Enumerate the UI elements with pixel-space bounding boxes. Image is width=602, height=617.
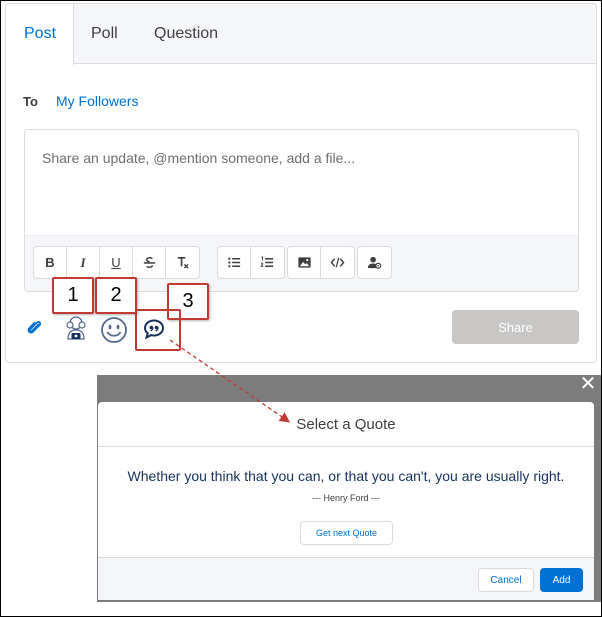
italic-icon: I	[80, 254, 86, 270]
quote-icon-highlight	[135, 309, 181, 351]
callout-1: 1	[52, 277, 94, 314]
underline-button[interactable]: U	[100, 247, 133, 278]
underline-icon: U	[111, 255, 121, 270]
bulleted-list-button[interactable]	[218, 247, 251, 278]
get-next-quote-button[interactable]: Get next Quote	[300, 521, 393, 545]
share-button[interactable]: Share	[452, 310, 579, 344]
clear-format-button[interactable]	[166, 247, 199, 278]
close-icon[interactable]: ✕	[578, 374, 598, 394]
tab-post[interactable]: Post	[6, 4, 74, 65]
clear-format-icon	[177, 256, 189, 269]
person-icon	[66, 316, 86, 340]
strikethrough-button[interactable]	[133, 247, 166, 278]
mention-user-button[interactable]	[358, 247, 391, 278]
custom-action-1-button[interactable]	[62, 315, 90, 343]
modal-title: Select a Quote	[296, 416, 396, 433]
add-button[interactable]: Add	[540, 568, 583, 592]
callout-2: 2	[95, 277, 137, 314]
list-group	[217, 246, 285, 279]
attach-icon	[27, 320, 42, 334]
modal-footer: Cancel Add	[98, 557, 594, 600]
to-label: To	[23, 94, 38, 109]
tab-question[interactable]: Question	[136, 4, 236, 65]
custom-action-2-button[interactable]	[100, 316, 128, 344]
insert-group	[287, 246, 355, 279]
quote-author: --- Henry Ford ---	[312, 493, 380, 503]
cancel-button[interactable]: Cancel	[478, 568, 534, 592]
insert-code-button[interactable]	[321, 247, 354, 278]
mention-group	[357, 246, 392, 279]
image-icon	[297, 257, 311, 268]
mention-user-icon	[367, 256, 382, 269]
quote-text: Whether you think that you can, or that …	[127, 468, 565, 484]
tab-poll[interactable]: Poll	[73, 4, 136, 65]
bold-button[interactable]: B	[34, 247, 67, 278]
numbered-list-button[interactable]	[251, 247, 284, 278]
attach-file-button[interactable]	[24, 317, 46, 339]
bulleted-list-icon	[227, 257, 240, 268]
code-icon	[330, 257, 345, 268]
post-editor[interactable]: Share an update, @mention someone, add a…	[24, 129, 579, 292]
quote-modal: Select a Quote Whether you think that yo…	[98, 402, 594, 600]
publisher-tabs: Post Poll Question	[6, 4, 596, 65]
italic-button[interactable]: I	[67, 247, 100, 278]
strikethrough-icon	[143, 257, 155, 268]
text-format-group: B I U	[33, 246, 200, 279]
modal-header: Select a Quote	[98, 402, 594, 447]
editor-placeholder: Share an update, @mention someone, add a…	[42, 150, 356, 166]
bold-icon: B	[45, 255, 55, 270]
numbered-list-icon	[260, 256, 274, 267]
smiley-icon	[101, 317, 127, 343]
insert-image-button[interactable]	[288, 247, 321, 278]
audience-selector[interactable]: My Followers	[56, 93, 138, 109]
